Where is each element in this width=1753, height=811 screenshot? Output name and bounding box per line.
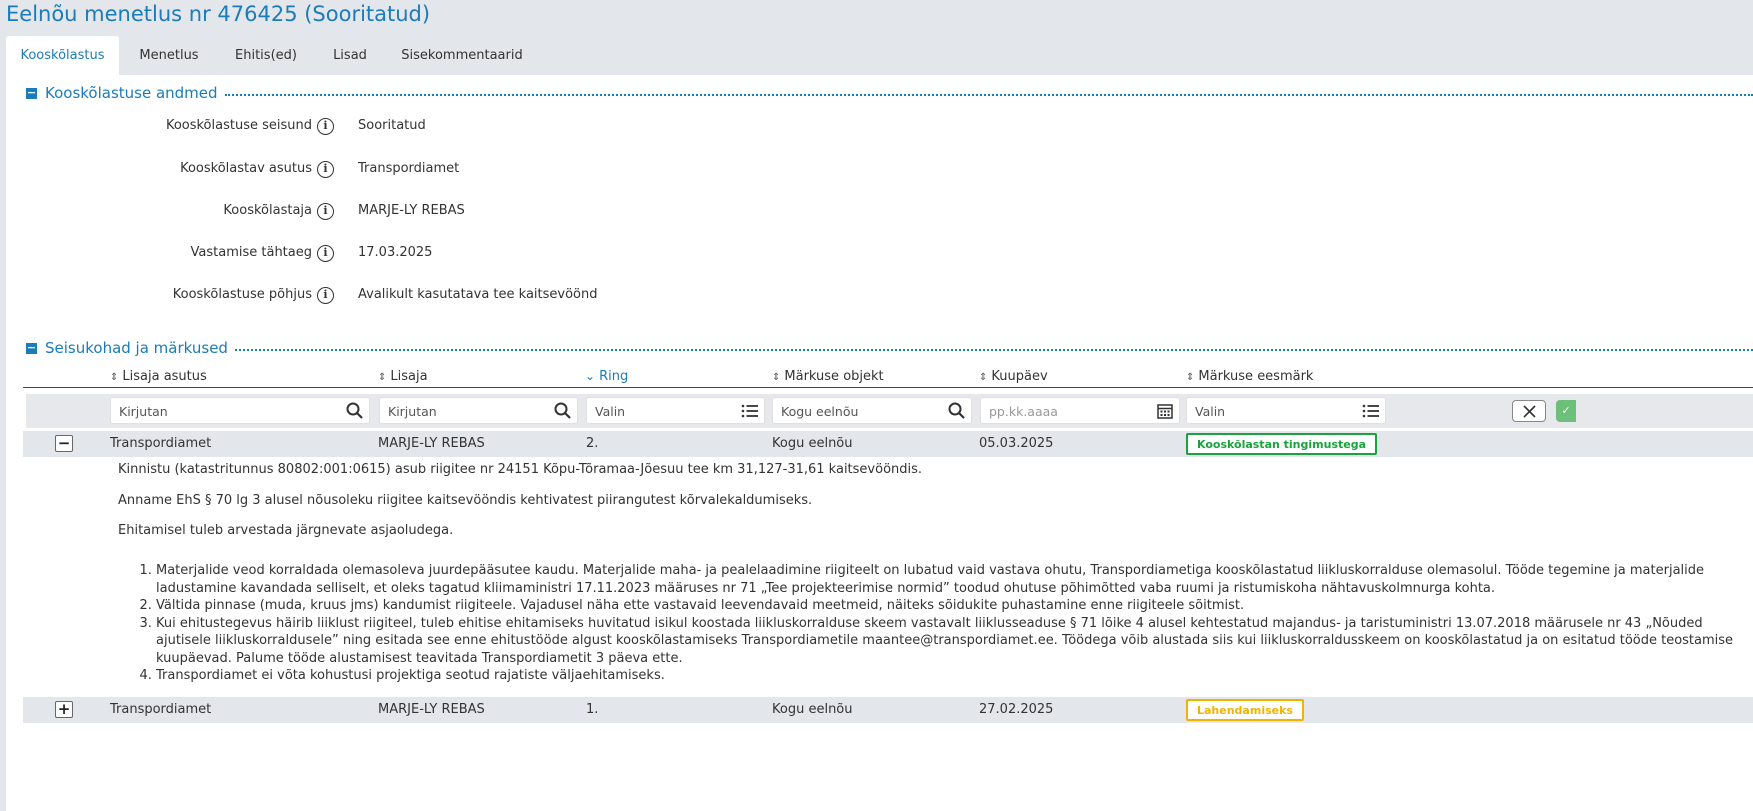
section-divider xyxy=(234,349,1753,351)
info-icon[interactable]: i xyxy=(317,203,334,220)
column-header-markuse-objekt[interactable]: ⇕ Märkuse objekt xyxy=(772,369,884,384)
field-label-kooskolastaja: Kooskõlastaja xyxy=(223,203,312,218)
search-icon[interactable] xyxy=(553,401,573,421)
expand-row-icon[interactable]: + xyxy=(55,701,73,718)
field-label-tahtaeg: Vastamise tähtaeg xyxy=(190,245,312,260)
sort-icon: ⇕ xyxy=(110,372,119,383)
filter-kuupaev-input[interactable] xyxy=(987,401,1147,421)
section-header-seisukohad: − Seisukohad ja märkused xyxy=(26,338,1753,358)
column-header-lisaja[interactable]: ⇕ Lisaja xyxy=(378,369,428,384)
header-divider xyxy=(23,387,1753,388)
field-label-pohjus: Kooskõlastuse põhjus xyxy=(172,287,312,302)
chevron-down-icon: ⌄ xyxy=(585,369,596,383)
list-item: Materjalide veod korraldada olemasoleva … xyxy=(156,562,1748,597)
sort-icon: ⇕ xyxy=(772,372,781,383)
list-icon[interactable] xyxy=(740,401,760,421)
detail-paragraph: Ehitamisel tuleb arvestada järgnevate as… xyxy=(118,523,454,538)
list-item: Transpordiamet ei võta kohustusi projekt… xyxy=(156,667,1748,685)
filter-lisaja-input[interactable] xyxy=(386,401,546,421)
cell-objekt: Kogu eelnõu xyxy=(772,702,853,717)
detail-list: Materjalide veod korraldada olemasoleva … xyxy=(118,562,1748,685)
list-item: Vältida pinnase (muda, kruus jms) kandum… xyxy=(156,597,1748,615)
section-title[interactable]: Kooskõlastuse andmed xyxy=(45,84,218,102)
status-badge: Lahendamiseks xyxy=(1186,699,1304,721)
content-panel: − Kooskõlastuse andmed Kooskõlastuse sei… xyxy=(6,75,1753,811)
filter-lisaja-asutus-input[interactable] xyxy=(117,401,337,421)
filter-ring-input[interactable] xyxy=(593,401,733,421)
field-label-seisund: Kooskõlastuse seisund xyxy=(165,118,312,133)
cell-kuupaev: 05.03.2025 xyxy=(979,436,1054,451)
tab-lisad[interactable]: Lisad xyxy=(313,36,387,75)
column-header-kuupaev[interactable]: ⇕ Kuupäev xyxy=(979,369,1048,384)
filter-lisaja[interactable] xyxy=(379,397,578,424)
section-divider xyxy=(224,94,1753,96)
filter-markuse-eesmark-input[interactable] xyxy=(1193,401,1353,421)
info-icon[interactable]: i xyxy=(317,161,334,178)
filter-markuse-objekt[interactable] xyxy=(772,397,972,424)
filter-bar: ✓ xyxy=(26,394,1753,428)
info-icon[interactable]: i xyxy=(317,245,334,262)
tab-ehitised[interactable]: Ehitis(ed) xyxy=(219,36,313,75)
info-icon[interactable]: i xyxy=(317,287,334,304)
tab-sisekommentaarid[interactable]: Sisekommentaarid xyxy=(387,36,537,75)
filter-lisaja-asutus[interactable] xyxy=(110,397,370,424)
cell-asutus: Transpordiamet xyxy=(110,436,212,451)
cell-lisaja: MARJE-LY REBAS xyxy=(378,436,485,451)
close-icon xyxy=(1523,405,1536,418)
field-value-tahtaeg: 17.03.2025 xyxy=(358,245,433,260)
detail-paragraph: Anname EhS § 70 lg 3 alusel nõusoleku ri… xyxy=(118,493,813,508)
table-row[interactable]: + Transpordiamet MARJE-LY REBAS 1. Kogu … xyxy=(23,697,1753,723)
field-value-pohjus: Avalikult kasutatava tee kaitsevöönd xyxy=(358,287,598,302)
section-header-kooskolastuse-andmed: − Kooskõlastuse andmed xyxy=(26,83,1753,103)
cell-ring: 1. xyxy=(586,702,599,717)
field-value-seisund: Sooritatud xyxy=(358,118,426,133)
apply-filters-button[interactable]: ✓ xyxy=(1556,400,1576,422)
collapse-icon[interactable]: − xyxy=(26,342,37,354)
calendar-icon[interactable] xyxy=(1155,401,1175,421)
tab-kooskolastus[interactable]: Kooskõlastus xyxy=(6,36,119,75)
table-row[interactable]: − Transpordiamet MARJE-LY REBAS 2. Kogu … xyxy=(23,431,1753,457)
detail-paragraph: Kinnistu (katastritunnus 80802:001:0615)… xyxy=(118,462,923,477)
info-icon[interactable]: i xyxy=(317,118,334,135)
cell-ring: 2. xyxy=(586,436,599,451)
cell-asutus: Transpordiamet xyxy=(110,702,212,717)
list-item: Kui ehitustegevus häirib liiklust riigit… xyxy=(156,615,1748,668)
filter-kuupaev[interactable] xyxy=(980,397,1180,424)
filter-markuse-eesmark[interactable] xyxy=(1186,397,1386,424)
sort-icon: ⇕ xyxy=(1186,372,1195,383)
column-header-ring[interactable]: ⌄ Ring xyxy=(585,369,628,384)
page-title: Eelnõu menetlus nr 476425 (Sooritatud) xyxy=(6,2,431,26)
status-badge: Kooskõlastan tingimustega xyxy=(1186,433,1378,455)
check-icon: ✓ xyxy=(1561,404,1571,417)
filter-ring[interactable] xyxy=(586,397,765,424)
sort-icon: ⇕ xyxy=(378,372,387,383)
cell-lisaja: MARJE-LY REBAS xyxy=(378,702,485,717)
collapse-icon[interactable]: − xyxy=(26,87,37,99)
field-label-asutus: Kooskõlastav asutus xyxy=(180,161,312,176)
section-title[interactable]: Seisukohad ja märkused xyxy=(45,339,228,357)
field-value-asutus: Transpordiamet xyxy=(358,161,460,176)
cell-objekt: Kogu eelnõu xyxy=(772,436,853,451)
field-value-kooskolastaja: MARJE-LY REBAS xyxy=(358,203,465,218)
search-icon[interactable] xyxy=(947,401,967,421)
cell-kuupaev: 27.02.2025 xyxy=(979,702,1054,717)
filter-markuse-objekt-input[interactable] xyxy=(779,401,939,421)
clear-filters-button[interactable] xyxy=(1512,400,1546,422)
collapse-row-icon[interactable]: − xyxy=(55,435,73,452)
tab-menetlus[interactable]: Menetlus xyxy=(119,36,219,75)
list-icon[interactable] xyxy=(1361,401,1381,421)
search-icon[interactable] xyxy=(345,401,365,421)
column-header-markuse-eesmark[interactable]: ⇕ Märkuse eesmärk xyxy=(1186,369,1313,384)
column-header-lisaja-asutus[interactable]: ⇕ Lisaja asutus xyxy=(110,369,207,384)
sort-icon: ⇕ xyxy=(979,372,988,383)
